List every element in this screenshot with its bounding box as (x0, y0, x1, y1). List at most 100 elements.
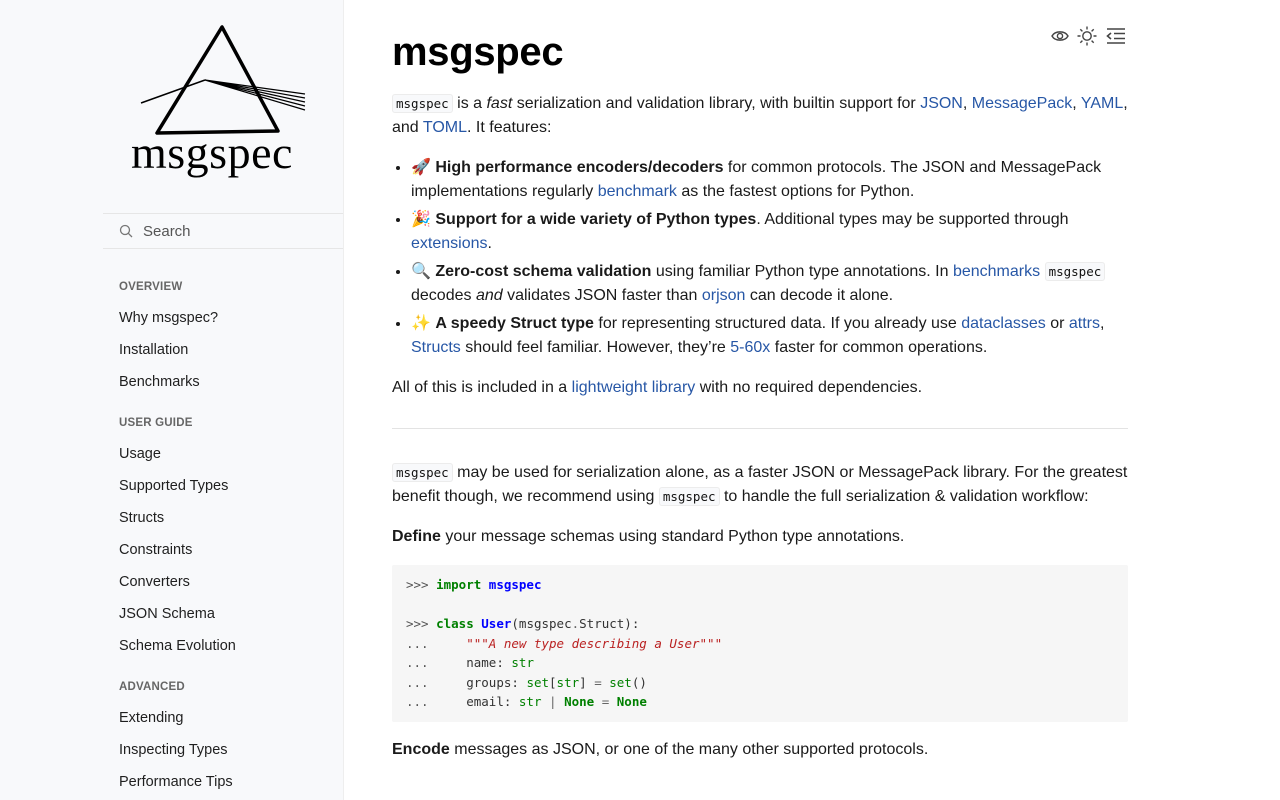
nav-caption: USER GUIDE (119, 417, 193, 429)
page-toolbar (1048, 24, 1128, 48)
sidebar-item-performance-tips[interactable]: Performance Tips (119, 766, 339, 798)
operator: = (594, 674, 602, 690)
inline-code: msgspec (658, 487, 720, 506)
link-json[interactable]: JSON (920, 95, 963, 112)
link-yaml[interactable]: YAML (1081, 95, 1123, 112)
nav-section-advanced: ADVANCED Extending Inspecting Types Perf… (119, 672, 339, 798)
operator: = (601, 694, 610, 709)
inline-code: msgspec (392, 463, 453, 482)
inline-code: msgspec (392, 94, 453, 113)
text: messages as JSON, or one of the many oth… (449, 740, 929, 758)
theme-sun-icon[interactable] (1075, 24, 1099, 48)
prompt: ... (406, 674, 429, 690)
nav-caption: ADVANCED (119, 681, 185, 693)
text: or (1045, 315, 1069, 332)
brand-text: msgspec (131, 127, 293, 178)
class-name: User (481, 616, 512, 631)
link-5-60x[interactable]: 5-60x (730, 339, 770, 356)
text: as the fastest options for Python. (676, 183, 915, 200)
text: . Additional types may be supported thro… (756, 211, 1069, 228)
brand-logo[interactable]: msgspec (103, 0, 343, 212)
main-content: msgspec msgspec is a fast serialization … (392, 0, 1128, 800)
text: is a (452, 95, 487, 112)
link-attrs[interactable]: attrs (1069, 315, 1100, 332)
sidebar-item-json-schema[interactable]: JSON Schema (119, 598, 339, 630)
text: using familiar Python type annotations. … (651, 263, 953, 280)
feature-struct: ✨ A speedy Struct type for representing … (411, 312, 1128, 360)
text: serialization and validation library, wi… (512, 95, 921, 112)
sidebar-item-schema-evolution[interactable]: Schema Evolution (119, 630, 339, 662)
sidebar-item-structs[interactable]: Structs (119, 502, 339, 534)
sidebar-item-extending[interactable]: Extending (119, 702, 339, 734)
section-divider (392, 428, 1128, 429)
builtin: str (556, 674, 580, 690)
inline-code: msgspec (1044, 262, 1106, 281)
intro-paragraph: msgspec is a fast serialization and vali… (392, 92, 1128, 140)
feature-title: Support for a wide variety of Python typ… (435, 211, 757, 228)
sidebar-item-converters[interactable]: Converters (119, 566, 339, 598)
link-structs[interactable]: Structs (411, 339, 461, 356)
sidebar-item-usage[interactable]: Usage (119, 438, 339, 470)
code-text: email: (466, 694, 512, 709)
emphasis: and (475, 287, 503, 304)
eye-icon[interactable] (1048, 24, 1072, 48)
keyword: class (436, 616, 474, 631)
search-input[interactable] (143, 222, 323, 240)
link-dataclasses[interactable]: dataclasses (961, 315, 1046, 332)
encode-label: Encode (392, 740, 450, 758)
prompt: ... (406, 694, 429, 709)
nav-caption: OVERVIEW (119, 281, 183, 293)
feature-title: High performance encoders/decoders (435, 159, 724, 176)
builtin: str (518, 694, 542, 709)
code-text: Struct): (579, 616, 640, 631)
text: validates JSON faster than (502, 287, 702, 304)
link-benchmarks[interactable]: benchmarks (953, 263, 1040, 280)
link-messagepack[interactable]: MessagePack (972, 95, 1073, 112)
sidebar-item-supported-types[interactable]: Supported Types (119, 470, 339, 502)
text: faster for common operations. (770, 339, 988, 356)
prompt: ... (406, 635, 429, 651)
usage-paragraph: msgspec may be used for serialization al… (392, 461, 1128, 509)
sidebar-item-why-msgspec[interactable]: Why msgspec? (119, 302, 339, 334)
feature-title: A speedy Struct type (435, 315, 594, 332)
prompt: ... (406, 655, 429, 670)
sidebar-item-benchmarks[interactable]: Benchmarks (119, 366, 339, 398)
sidebar-item-installation[interactable]: Installation (119, 334, 339, 366)
rocket-icon: 🚀 (411, 159, 431, 176)
text: should feel familiar. However, they’re (460, 339, 731, 356)
sidebar: msgspec OVERVIEW Why msgspec? Installati… (0, 0, 344, 800)
search-icon (119, 223, 135, 239)
feature-types: 🎉 Support for a wide variety of Python t… (411, 208, 1128, 256)
code-block[interactable]: >>> import msgspec >>> class User(msgspe… (392, 565, 1128, 722)
text (1040, 263, 1044, 280)
builtin: set (526, 674, 550, 690)
text: for representing structured data. If you… (593, 315, 962, 332)
sparkles-icon: ✨ (411, 315, 431, 332)
builtin: str (511, 655, 534, 670)
link-benchmark[interactable]: benchmark (598, 183, 677, 200)
article-body: msgspec is a fast serialization and vali… (392, 92, 1128, 778)
feature-validation: 🔍 Zero-cost schema validation using fami… (411, 260, 1128, 308)
encode-paragraph: Encode messages as JSON, or one of the m… (392, 738, 1128, 762)
prism-logo-icon (140, 25, 306, 135)
included-paragraph: All of this is included in a lightweight… (392, 376, 1128, 400)
link-extensions[interactable]: extensions (411, 235, 488, 252)
link-lightweight-library[interactable]: lightweight library (572, 379, 696, 396)
text: can decode it alone. (745, 287, 894, 304)
prompt: >>> (406, 616, 429, 631)
link-orjson[interactable]: orjson (702, 287, 746, 304)
sidebar-item-constraints[interactable]: Constraints (119, 534, 339, 566)
code-text: () (631, 674, 647, 690)
define-label: Define (392, 528, 441, 545)
emphasis: fast (486, 95, 513, 112)
search-box[interactable] (103, 213, 343, 249)
operator: . (571, 616, 580, 631)
sidebar-item-inspecting-types[interactable]: Inspecting Types (119, 734, 339, 766)
text: , (962, 95, 972, 112)
builtin: set (609, 674, 632, 690)
toc-icon[interactable] (1104, 24, 1128, 48)
text: , (1072, 95, 1081, 112)
link-toml[interactable]: TOML (423, 119, 467, 136)
feature-performance: 🚀 High performance encoders/decoders for… (411, 156, 1128, 204)
sidebar-nav: OVERVIEW Why msgspec? Installation Bench… (119, 272, 339, 800)
